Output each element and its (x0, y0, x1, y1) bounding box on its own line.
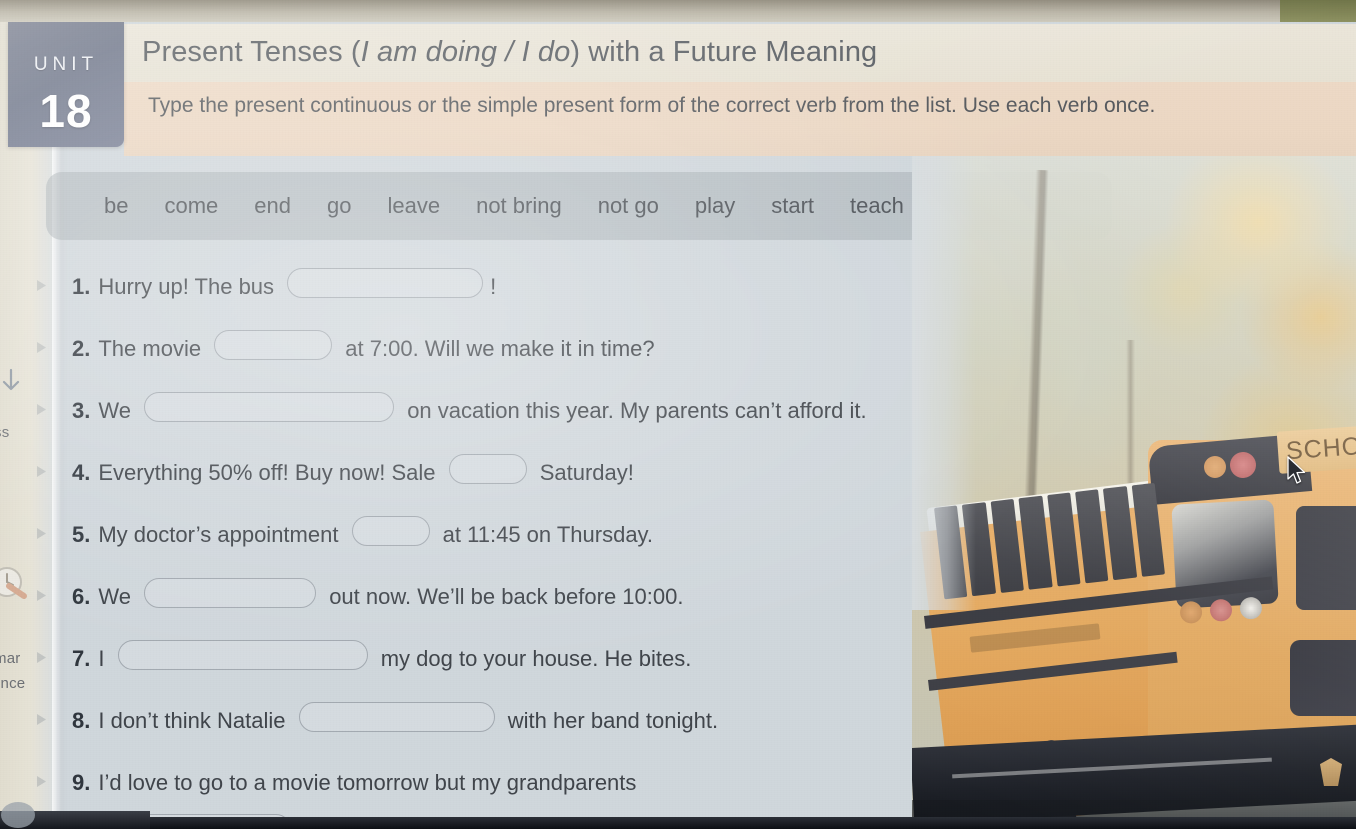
answer-blank-input[interactable] (144, 578, 317, 608)
bus-window (990, 498, 1025, 593)
bus-light-white (1239, 596, 1263, 620)
sidebar-fragment-text-3: ence (0, 675, 26, 692)
answer-blank-input[interactable] (298, 702, 495, 732)
question-text: We (98, 584, 138, 609)
question-text: Hurry up! The bus (98, 274, 281, 299)
question-text: with her band tonight. (501, 708, 719, 733)
instruction-text: Type the present continuous or the simpl… (148, 94, 1156, 117)
question-marker-icon (37, 590, 46, 601)
question-marker-icon (37, 652, 46, 663)
worksheet-screen: ss mar ence UNIT 18 Present Tenses (I am… (0, 0, 1356, 829)
answer-blank-input[interactable] (144, 392, 395, 422)
answer-blank-input[interactable] (117, 640, 368, 670)
question-item: 3. We on vacation this year. My parents c… (37, 386, 942, 436)
question-text: We (98, 398, 138, 423)
answer-blank-input[interactable] (448, 454, 527, 484)
sidebar-fragment-text-2: mar (0, 650, 21, 667)
question-marker-icon (37, 280, 46, 291)
answer-blank-input[interactable] (214, 330, 333, 360)
bus-window (1074, 489, 1109, 584)
page-title: Present Tenses (I am doing / I do) with … (142, 36, 877, 69)
page-title-italic: I am doing / I do (360, 36, 571, 68)
question-marker-icon (37, 714, 46, 725)
word-bank-item[interactable]: go (327, 193, 351, 219)
page-title-after: ) with a Future Meaning (570, 36, 878, 68)
word-bank-item[interactable]: play (695, 193, 735, 219)
photo-bottom-band (0, 817, 1356, 829)
question-number: 8. (72, 708, 91, 733)
question-marker-icon (37, 466, 46, 477)
bus-lamp-amber (1204, 456, 1226, 478)
page-title-before: Present Tenses ( (142, 36, 361, 68)
sidebar-fragment-text-1: ss (0, 424, 10, 441)
bus-window (1018, 495, 1053, 590)
question-text: My doctor’s appointment (98, 522, 345, 547)
question-item: 7. I my dog to your house. He bites. (37, 634, 942, 684)
question-marker-icon (37, 528, 46, 539)
question-text: The movie (98, 336, 208, 361)
question-text: my dog to your house. He bites. (374, 646, 692, 671)
down-arrow-icon[interactable] (0, 368, 22, 394)
question-text: Saturday! (533, 460, 634, 485)
question-number: 6. (72, 584, 91, 609)
question-item: 5. My doctor’s appointment at 11:45 on Th… (37, 510, 942, 560)
page-edge-over-photo (912, 140, 976, 610)
word-bank-item[interactable]: leave (387, 193, 440, 219)
question-text: Everything 50% off! Buy now! Sale (98, 460, 442, 485)
partial-bottom-icon (1, 802, 35, 828)
question-text: I’d love to go to a movie tomorrow but m… (98, 770, 637, 795)
question-text: I (98, 646, 111, 671)
question-marker-icon (37, 404, 46, 415)
question-text: on vacation this year. My parents can’t … (401, 398, 867, 423)
word-bank-item[interactable]: come (164, 193, 218, 219)
question-text: out now. We’ll be back before 10:00. (323, 584, 684, 609)
photo-top-band (0, 0, 1356, 22)
question-number: 4. (72, 460, 91, 485)
mouse-cursor (1287, 456, 1306, 484)
question-number: 3. (72, 398, 91, 423)
word-bank-item[interactable]: teach (850, 193, 904, 219)
question-number: 1. (72, 274, 91, 299)
bus-light-amber (1179, 600, 1203, 625)
question-item: 4. Everything 50% off! Buy now! Sale Satu… (37, 448, 942, 498)
question-number: 2. (72, 336, 91, 361)
question-text: I don’t think Natalie (98, 708, 292, 733)
question-marker-icon (37, 776, 46, 787)
word-bank-item[interactable]: not go (598, 193, 659, 219)
word-bank-item[interactable]: not bring (476, 193, 562, 219)
photo-top-band-right (1280, 0, 1356, 22)
question-marker-icon (37, 342, 46, 353)
question-item: 1. Hurry up! The bus ! (37, 262, 942, 312)
word-bank-item[interactable]: end (254, 193, 291, 219)
word-bank-item[interactable]: be (104, 193, 128, 219)
bus-light-red (1209, 598, 1233, 623)
question-text: ! (490, 274, 497, 299)
bus-window (1046, 492, 1081, 587)
answer-blank-input[interactable] (351, 516, 430, 546)
question-number: 9. (72, 770, 91, 795)
question-item: 6. We out now. We’ll be back before 10:00… (37, 572, 942, 622)
question-number: 7. (72, 646, 91, 671)
word-bank-item[interactable]: start (771, 193, 814, 219)
unit-badge: UNIT 18 (8, 22, 124, 147)
unit-number: 18 (39, 85, 93, 137)
question-item: 8. I don’t think Natalie with her band to… (37, 696, 942, 746)
clock-icon[interactable] (0, 565, 30, 605)
question-text: at 11:45 on Thursday. (436, 522, 654, 547)
bus-window (1103, 486, 1137, 581)
question-list: 1. Hurry up! The bus ! 2. The movie at 7:00… (37, 262, 942, 829)
question-item: 2. The movie at 7:00. Will we make it in … (37, 324, 942, 374)
bus-door-window (1296, 506, 1356, 610)
question-text: at 7:00. Will we make it in time? (339, 336, 655, 361)
bus-lower-window (1290, 640, 1356, 716)
question-number: 5. (72, 522, 91, 547)
unit-label: UNIT (33, 54, 99, 75)
answer-blank-input[interactable] (287, 268, 484, 298)
